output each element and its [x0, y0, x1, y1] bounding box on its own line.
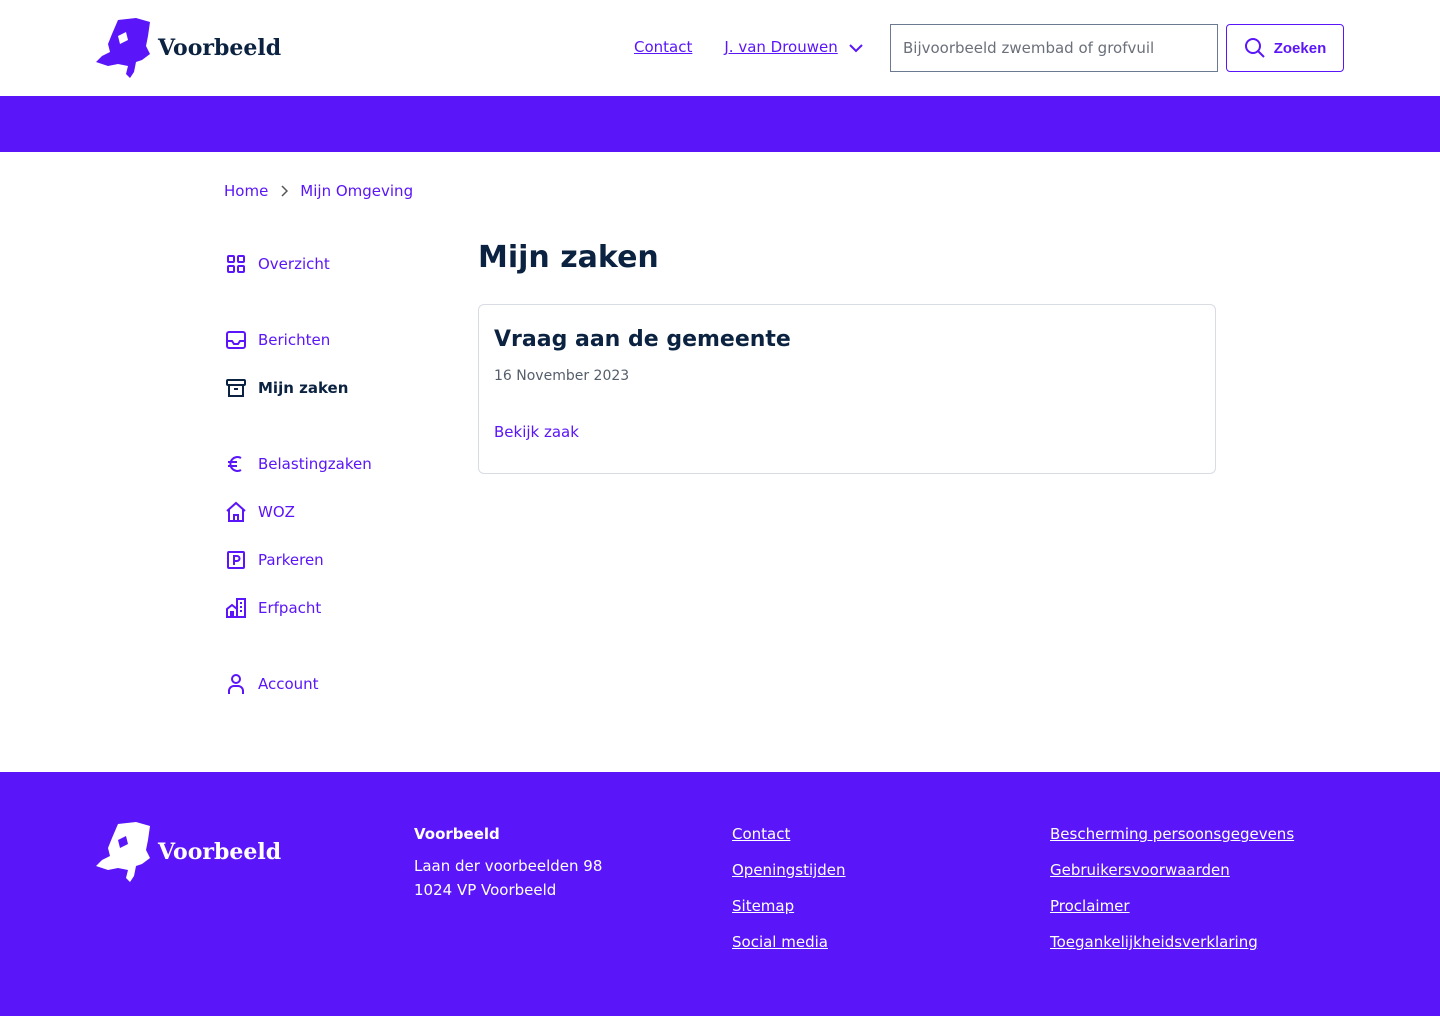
grid-icon: [227, 255, 245, 273]
sidebar-item-label: Account: [258, 675, 319, 693]
sidebar-item-mijn-zaken[interactable]: Mijn zaken: [224, 376, 348, 400]
footer-link-sitemap[interactable]: Sitemap: [732, 894, 846, 918]
sidebar-item-woz[interactable]: WOZ: [224, 500, 295, 524]
sidebar-item-label: Berichten: [258, 331, 331, 349]
footer-link-contact[interactable]: Contact: [732, 822, 846, 846]
sidebar-item-parkeren[interactable]: Parkeren: [224, 548, 324, 572]
building-icon: [226, 598, 246, 618]
case-date: 16 November 2023: [494, 368, 630, 384]
sidebar-item-label: Belastingzaken: [258, 455, 372, 473]
netherlands-map-icon: [96, 18, 150, 78]
user-name-link[interactable]: J. van Drouwen: [724, 38, 837, 56]
case-title: Vraag aan de gemeente: [494, 327, 791, 352]
sidebar-item-label: Parkeren: [258, 551, 324, 569]
footer-links-2: Bescherming persoonsgegevens Gebruikersv…: [1050, 822, 1294, 966]
search-button-label: Zoeken: [1273, 39, 1327, 57]
breadcrumb-current[interactable]: Mijn Omgeving: [300, 182, 413, 200]
sidebar-item-label: Mijn zaken: [258, 379, 349, 397]
footer-logo-text: Voorbeeld: [158, 839, 282, 865]
chevron-down-icon: [849, 43, 863, 52]
sidebar-item-account[interactable]: Account: [224, 672, 319, 696]
nav-contact-link[interactable]: Contact: [634, 38, 692, 56]
inbox-icon: [226, 331, 246, 349]
home-icon: [226, 501, 246, 522]
chevron-right-icon: [281, 185, 289, 197]
sidebar-item-belastingzaken[interactable]: Belastingzaken: [224, 452, 372, 476]
logo-text: Voorbeeld: [158, 35, 282, 61]
sidebar-item-label: Overzicht: [258, 255, 330, 273]
brand-band: [0, 96, 1440, 152]
breadcrumb-home[interactable]: Home: [224, 182, 268, 200]
sidebar-item-berichten[interactable]: Berichten: [224, 328, 330, 352]
case-card: Vraag aan de gemeente 16 November 2023 B…: [478, 304, 1216, 474]
sidebar-item-erfpacht[interactable]: Erfpacht: [224, 596, 321, 620]
breadcrumb: Home Mijn Omgeving: [224, 182, 413, 200]
footer-links-1: Contact Openingstijden Sitemap Social me…: [732, 822, 846, 966]
footer-link-openingstijden[interactable]: Openingstijden: [732, 858, 846, 882]
footer-link-privacy[interactable]: Bescherming persoonsgegevens: [1050, 822, 1294, 846]
footer-link-social-media[interactable]: Social media: [732, 930, 846, 954]
site-header: Voorbeeld Contact J. van Drouwen Bijvoor…: [0, 0, 1440, 96]
footer-address-line1: Laan der voorbeelden 98: [414, 857, 603, 875]
parking-icon: [227, 551, 245, 569]
logo[interactable]: Voorbeeld: [96, 16, 281, 80]
netherlands-map-icon: [96, 822, 150, 882]
footer-org: Voorbeeld: [414, 825, 500, 843]
footer-logo[interactable]: Voorbeeld: [96, 820, 281, 884]
sidebar-item-label: WOZ: [258, 503, 295, 521]
sidebar-item-label: Erfpacht: [258, 599, 322, 617]
footer-link-terms[interactable]: Gebruikersvoorwaarden: [1050, 858, 1294, 882]
footer-link-proclaimer[interactable]: Proclaimer: [1050, 894, 1294, 918]
user-icon: [228, 674, 244, 694]
footer-address: Voorbeeld Laan der voorbeelden 98 1024 V…: [414, 822, 602, 902]
site-footer: Voorbeeld Voorbeeld Laan der voorbeelden…: [0, 772, 1440, 1016]
search-icon: [1244, 38, 1265, 58]
search-input[interactable]: Bijvoorbeeld zwembad of grofvuil: [890, 24, 1218, 72]
user-menu[interactable]: J. van Drouwen: [724, 38, 863, 56]
view-case-link[interactable]: Bekijk zaak: [494, 423, 579, 441]
sidebar-item-overzicht[interactable]: Overzicht: [224, 252, 330, 276]
page-title: Mijn zaken: [478, 240, 659, 275]
archive-icon: [226, 379, 246, 397]
euro-icon: [228, 456, 242, 472]
footer-link-accessibility[interactable]: Toegankelijkheidsverklaring: [1050, 930, 1294, 954]
footer-address-line2: 1024 VP Voorbeeld: [414, 881, 557, 899]
search-button[interactable]: Zoeken: [1226, 24, 1344, 72]
